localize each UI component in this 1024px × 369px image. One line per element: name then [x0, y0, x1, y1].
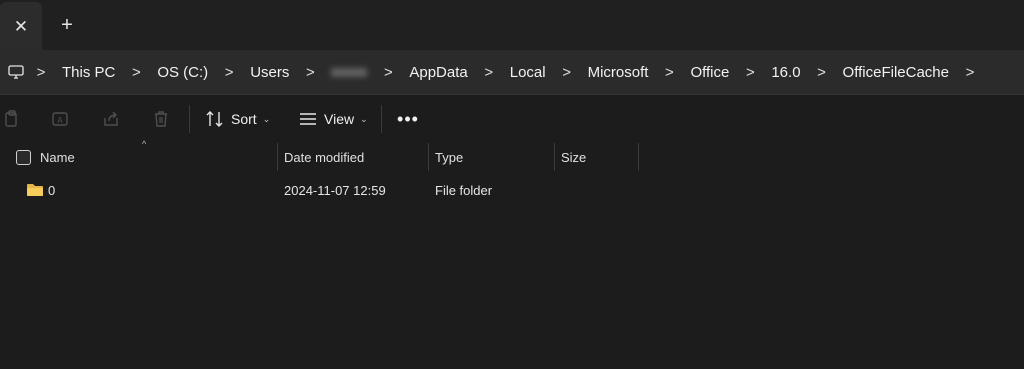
breadcrumb-microsoft[interactable]: Microsoft: [576, 50, 661, 94]
breadcrumb-appdata[interactable]: AppData: [397, 50, 479, 94]
column-date-modified[interactable]: Date modified: [278, 143, 428, 171]
address-bar[interactable]: > This PC > OS (C:) > Users > > AppData …: [0, 50, 1024, 95]
rename-icon[interactable]: A: [48, 107, 72, 131]
view-button[interactable]: View ⌄: [298, 105, 368, 133]
chevron-down-icon: ⌄: [262, 113, 271, 124]
breadcrumb-chevron-icon[interactable]: >: [558, 50, 576, 94]
breadcrumb-chevron-icon[interactable]: >: [301, 50, 319, 94]
column-size[interactable]: Size: [555, 143, 638, 171]
command-bar: A Sort ⌄ View ⌄ •••: [0, 95, 1024, 143]
toolbar-divider: [381, 105, 382, 133]
new-tab-button[interactable]: +: [55, 13, 79, 37]
breadcrumb-16-0[interactable]: 16.0: [759, 50, 812, 94]
breadcrumb-chevron-icon[interactable]: >: [480, 50, 498, 94]
close-icon[interactable]: ✕: [14, 18, 28, 35]
share-icon[interactable]: [99, 107, 123, 131]
more-options-button[interactable]: •••: [396, 105, 420, 133]
file-name: 0: [48, 182, 56, 198]
view-icon: [300, 113, 316, 125]
delete-icon[interactable]: [149, 107, 173, 131]
breadcrumb-this-pc[interactable]: This PC: [50, 50, 127, 94]
breadcrumb-chevron-icon[interactable]: >: [961, 50, 979, 94]
paste-icon[interactable]: [0, 107, 24, 131]
file-type: File folder: [435, 182, 493, 198]
breadcrumb-chevron-icon[interactable]: >: [32, 50, 50, 94]
table-row[interactable]: 0 2024-11-07 12:59 File folder: [0, 176, 1024, 204]
column-divider[interactable]: [638, 143, 639, 171]
tab[interactable]: ✕: [0, 2, 42, 50]
file-date-modified: 2024-11-07 12:59: [284, 182, 386, 198]
breadcrumb-chevron-icon[interactable]: >: [127, 50, 145, 94]
folder-icon: [27, 184, 43, 196]
breadcrumb-officefilecache[interactable]: OfficeFileCache: [831, 50, 961, 94]
this-pc-icon[interactable]: [0, 50, 32, 94]
tab-bar: ✕ +: [0, 0, 1024, 50]
breadcrumb-office[interactable]: Office: [678, 50, 741, 94]
toolbar-divider: [189, 105, 190, 133]
column-type[interactable]: Type: [429, 143, 554, 171]
breadcrumb-chevron-icon[interactable]: >: [741, 50, 759, 94]
sort-label: Sort: [231, 111, 257, 127]
breadcrumb-username-redacted[interactable]: [319, 50, 380, 94]
view-label: View: [324, 111, 355, 127]
breadcrumb-users[interactable]: Users: [238, 50, 301, 94]
svg-text:A: A: [57, 116, 63, 125]
column-name[interactable]: Name: [34, 143, 277, 171]
breadcrumb-local[interactable]: Local: [498, 50, 558, 94]
breadcrumb-chevron-icon[interactable]: >: [220, 50, 238, 94]
select-all-checkbox[interactable]: [16, 150, 31, 165]
column-header: Name Date modified Type Size: [0, 143, 1024, 171]
breadcrumb-chevron-icon[interactable]: >: [813, 50, 831, 94]
breadcrumb-chevron-icon[interactable]: >: [379, 50, 397, 94]
sort-button[interactable]: Sort ⌄: [205, 105, 270, 133]
sort-icon: [206, 111, 223, 127]
chevron-down-icon: ⌄: [360, 113, 368, 124]
breadcrumb: > This PC > OS (C:) > Users > > AppData …: [0, 50, 979, 94]
breadcrumb-os-c[interactable]: OS (C:): [145, 50, 220, 94]
breadcrumb-chevron-icon[interactable]: >: [660, 50, 678, 94]
